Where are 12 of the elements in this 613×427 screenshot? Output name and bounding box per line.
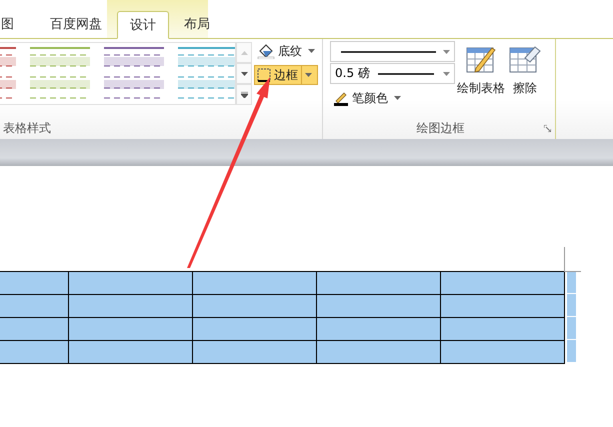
line-weight-dropdown[interactable]: 0.5 磅 [330,63,455,84]
group-label: 表格样式 [2,120,52,136]
draw-table-button[interactable]: 绘制表格 [455,39,507,103]
ribbon-tab[interactable]: 百度网盘 [39,10,113,38]
group-label: 绘图边框 [416,120,464,136]
borders-button[interactable]: 边框 [254,65,318,85]
shading-button[interactable]: 底纹 [254,41,318,61]
ribbon-tab[interactable]: 图 [0,10,25,38]
ribbon-tab[interactable]: 布局 [173,10,221,38]
ribbon-tab[interactable]: 设计 [117,11,169,39]
pen-color-button[interactable]: 笔颜色 [330,88,455,108]
eraser-button[interactable]: 擦除 [507,39,543,103]
